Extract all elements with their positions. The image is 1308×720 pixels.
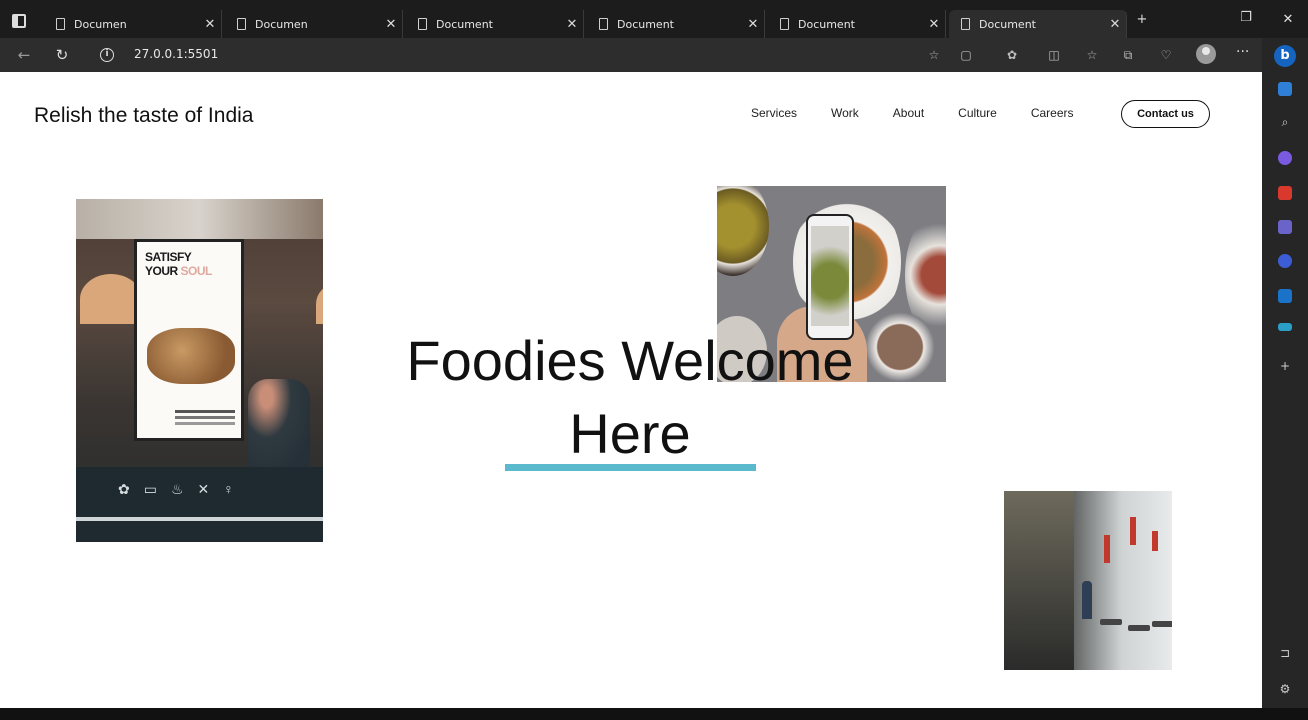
browser-sidebar <box>1262 38 1308 708</box>
close-icon[interactable]: ✕ <box>199 17 221 32</box>
settings-gear-icon[interactable]: ⚙ <box>1277 682 1293 696</box>
poster-line-2: YOUR SOUL <box>145 264 212 278</box>
tab-title: Documen <box>74 17 127 31</box>
poster-line-1: SATISFY <box>145 250 192 264</box>
copilot-icon[interactable]: b <box>1274 45 1296 67</box>
taskbar-edge <box>0 708 1308 720</box>
tab-title: Document <box>798 17 855 31</box>
nav-link-culture[interactable]: Culture <box>958 106 997 120</box>
close-icon[interactable]: ✕ <box>1104 17 1126 32</box>
nav-link-services[interactable]: Services <box>751 106 797 120</box>
document-icon <box>56 18 65 30</box>
poster: SATISFY YOUR SOUL <box>134 239 244 441</box>
close-icon[interactable]: ✕ <box>923 17 945 32</box>
reload-icon[interactable]: ↻ <box>52 45 72 65</box>
document-icon <box>780 18 789 30</box>
favorites-icon[interactable]: ☆ <box>1084 47 1100 63</box>
reading-view-icon[interactable]: ▢ <box>958 47 974 63</box>
add-icon[interactable]: + <box>1277 359 1293 373</box>
hero-title: Foodies Welcome Here <box>380 324 880 470</box>
extensions-icon[interactable]: ✿ <box>1004 47 1020 63</box>
more-options-icon[interactable]: ··· <box>1236 44 1249 60</box>
hero-underline <box>505 464 756 471</box>
copilot-chat-icon[interactable] <box>1278 151 1292 165</box>
collections-icon[interactable]: ⧉ <box>1120 47 1136 63</box>
brand-logo-text[interactable]: Relish the taste of India <box>34 104 253 128</box>
favorite-star-icon[interactable]: ☆ <box>926 47 942 63</box>
document-icon <box>961 18 970 30</box>
document-icon <box>599 18 608 30</box>
outlook-icon[interactable] <box>1278 289 1292 303</box>
browser-tab[interactable]: Documen ✕ <box>225 10 403 38</box>
page-viewport: Relish the taste of India Services Work … <box>0 72 1262 708</box>
browser-tab[interactable]: Document ✕ <box>587 10 765 38</box>
close-icon[interactable]: ✕ <box>742 17 764 32</box>
restaurant-poster-photo: SATISFY YOUR SOUL ✿▭♨✕♀ <box>76 199 323 542</box>
tab-title: Documen <box>255 17 308 31</box>
hero-title-line-2: Here <box>569 402 691 465</box>
people-icon[interactable] <box>1278 220 1292 234</box>
street-cafe-photo <box>1004 491 1172 670</box>
address-bar: ← ↻ i 27.0.0.1:5501 ☆ ▢ ✿ ◫ ☆ ⧉ ♡ ··· <box>0 38 1308 72</box>
tab-title: Document <box>617 17 674 31</box>
nav-link-work[interactable]: Work <box>831 106 859 120</box>
games-icon[interactable] <box>1278 254 1292 268</box>
drop-icon[interactable] <box>1278 323 1292 331</box>
browser-tab[interactable]: Document ✕ <box>406 10 584 38</box>
nav-link-careers[interactable]: Careers <box>1031 106 1074 120</box>
browser-tab-active[interactable]: Document ✕ <box>949 10 1127 38</box>
shopping-icon[interactable] <box>1278 186 1292 200</box>
hero-title-line-1: Foodies Welcome <box>406 329 854 392</box>
back-icon[interactable]: ← <box>14 45 34 65</box>
nav-link-about[interactable]: About <box>893 106 924 120</box>
url-field[interactable]: 27.0.0.1:5501 <box>134 47 218 61</box>
restore-icon[interactable]: ❐ <box>1236 10 1256 25</box>
tag-icon[interactable] <box>1278 82 1292 96</box>
hide-sidebar-icon[interactable]: ⊐ <box>1277 646 1293 660</box>
close-icon[interactable]: ✕ <box>561 17 583 32</box>
document-icon <box>418 18 427 30</box>
contact-us-button[interactable]: Contact us <box>1121 100 1210 128</box>
tab-title: Document <box>436 17 493 31</box>
browser-tab[interactable]: Documen ✕ <box>44 10 222 38</box>
site-info-icon[interactable]: i <box>100 48 114 62</box>
new-tab-icon[interactable]: + <box>1132 12 1152 27</box>
close-icon[interactable]: ✕ <box>380 17 402 32</box>
search-icon[interactable]: ⌕ <box>1277 115 1293 130</box>
document-icon <box>237 18 246 30</box>
main-nav: Services Work About Culture Careers <box>751 106 1108 120</box>
tab-strip: Documen ✕ Documen ✕ Document ✕ Document … <box>0 0 1308 38</box>
browser-tab[interactable]: Document ✕ <box>768 10 946 38</box>
split-screen-icon[interactable]: ◫ <box>1046 47 1062 63</box>
tab-actions-icon[interactable] <box>12 14 26 28</box>
profile-avatar[interactable] <box>1196 44 1216 64</box>
window-close-icon[interactable]: ✕ <box>1278 12 1298 27</box>
browser-essentials-icon[interactable]: ♡ <box>1158 47 1174 63</box>
tab-title: Document <box>979 17 1036 31</box>
